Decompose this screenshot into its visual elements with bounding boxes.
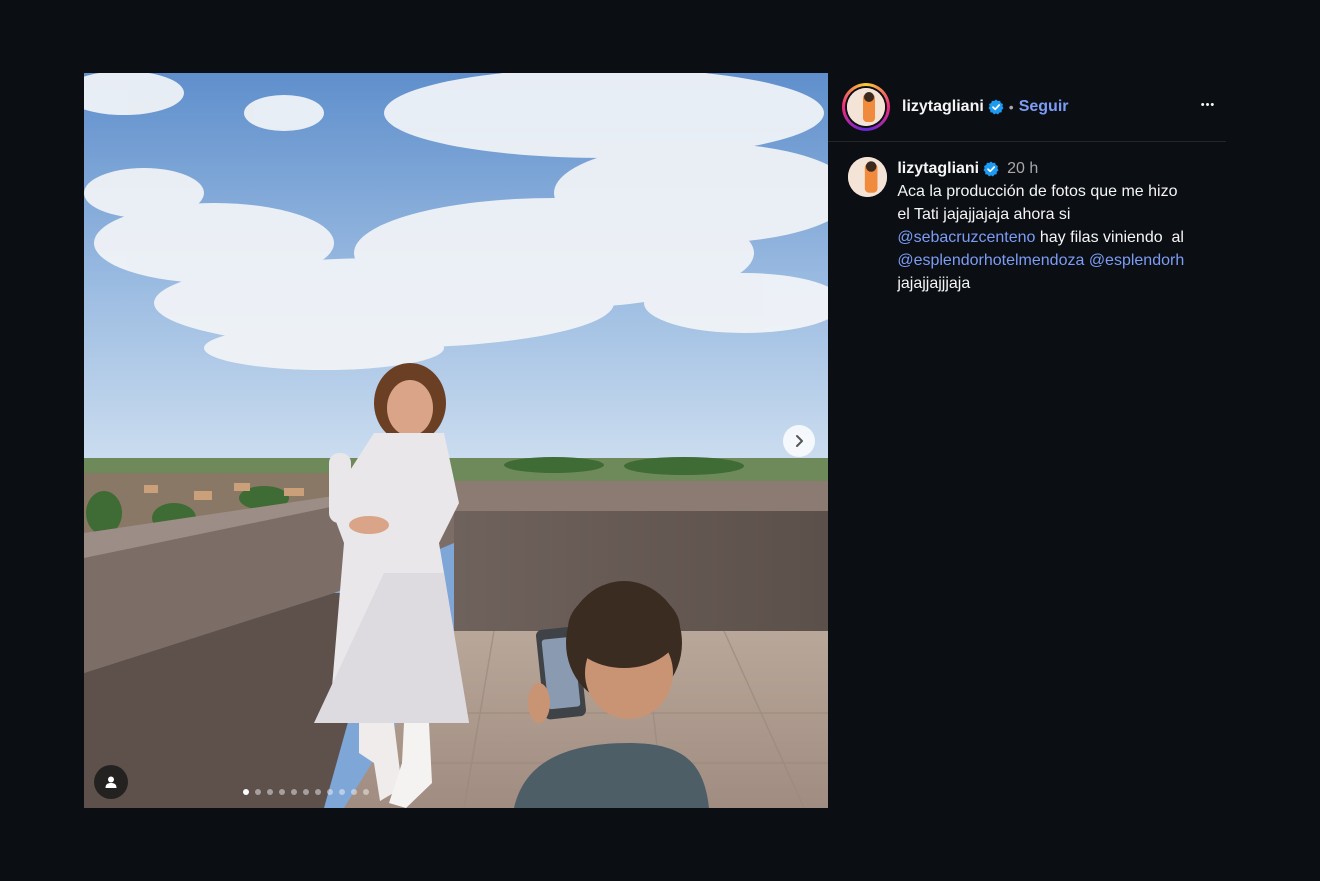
- carousel-dot: [339, 789, 345, 795]
- carousel-dot: [279, 789, 285, 795]
- post-time[interactable]: 20 h: [1007, 160, 1038, 177]
- carousel-dot: [363, 789, 369, 795]
- caption-line: Aca la producción de fotos que me hizo: [897, 183, 1178, 200]
- user-tag-icon: [105, 776, 117, 788]
- post-caption: lizytagliani 20 h Aca la producción de f…: [828, 142, 1226, 295]
- carousel-dot: [351, 789, 357, 795]
- caption-text: hay filas viniendo al: [1035, 229, 1184, 246]
- more-options-icon: •••: [1200, 99, 1216, 111]
- caption-header-line: lizytagliani 20 h: [897, 157, 1212, 180]
- carousel-dot: [255, 789, 261, 795]
- caption-line: @sebacruzcenteno hay filas viniendo al: [897, 226, 1212, 249]
- carousel-dot: [243, 789, 249, 795]
- verified-badge-icon: [988, 99, 1004, 115]
- caption-username[interactable]: lizytagliani: [897, 160, 979, 177]
- post-photo: [84, 73, 828, 808]
- header-username[interactable]: lizytagliani: [902, 98, 984, 116]
- caption-avatar[interactable]: [848, 157, 888, 197]
- carousel-dot: [327, 789, 333, 795]
- mention-link[interactable]: @esplendorh: [1089, 252, 1184, 269]
- post-media[interactable]: [84, 73, 828, 808]
- more-options-button[interactable]: •••: [1196, 95, 1220, 115]
- chevron-right-icon: [796, 435, 803, 447]
- caption-body: lizytagliani 20 h Aca la producción de f…: [897, 157, 1212, 295]
- next-image-button[interactable]: [783, 425, 815, 457]
- follow-button[interactable]: Seguir: [1019, 98, 1069, 116]
- post-header: lizytagliani • Seguir •••: [828, 73, 1226, 142]
- post-side-panel: lizytagliani • Seguir ••• lizytagliani 2…: [828, 73, 1226, 808]
- caption-line: @esplendorhotelmendoza @esplendorh: [897, 249, 1212, 272]
- mention-link[interactable]: @sebacruzcenteno: [897, 229, 1035, 246]
- carousel-dot: [291, 789, 297, 795]
- carousel-dot: [303, 789, 309, 795]
- story-ring-avatar[interactable]: [842, 83, 890, 131]
- carousel-dot: [315, 789, 321, 795]
- avatar: [847, 88, 885, 126]
- caption-line: el Tati jajajjajaja ahora si: [897, 206, 1071, 223]
- mention-link[interactable]: @esplendorhotelmendoza: [897, 252, 1084, 269]
- post-modal: lizytagliani • Seguir ••• lizytagliani 2…: [84, 73, 1226, 808]
- carousel-dot: [267, 789, 273, 795]
- caption-line: jajajjajjjaja: [897, 275, 971, 292]
- verified-badge-icon: [983, 161, 999, 177]
- header-separator: •: [1008, 99, 1014, 115]
- carousel-indicator: [84, 789, 828, 795]
